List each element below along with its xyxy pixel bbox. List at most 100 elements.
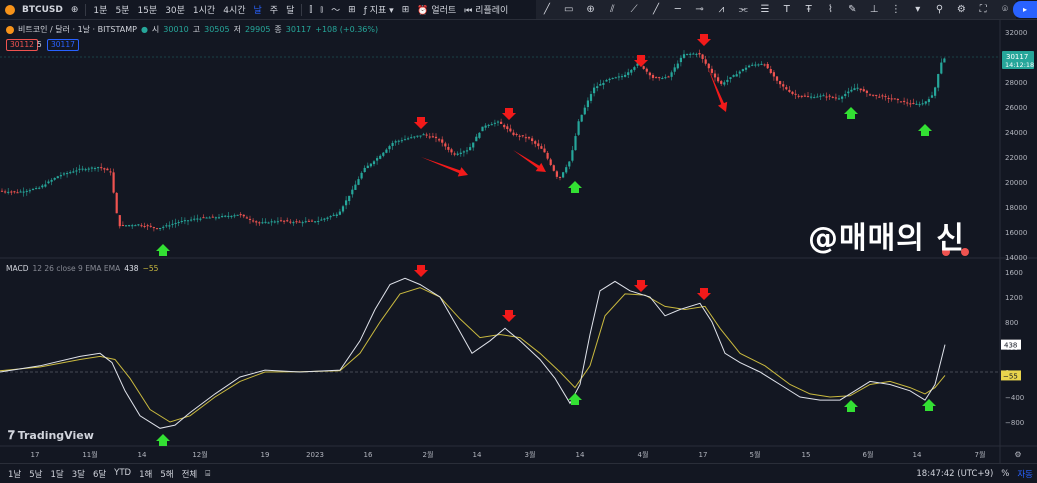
candle-body [134,225,137,227]
range-2[interactable]: 1달 [46,468,67,480]
candle-body [168,225,171,227]
candle-body [909,103,912,105]
candle-body [230,215,233,217]
price-tick-label: 22000 [1005,154,1027,162]
candle-body [763,64,766,66]
candle-body [208,217,211,219]
candle-body [50,179,53,182]
candle-body [320,219,323,221]
candle-body [571,150,574,161]
candle-body [428,136,431,138]
candle-body [174,222,177,224]
signal-line [0,287,946,423]
candle-body [379,155,382,159]
candle-body [534,141,537,144]
candle-body [100,167,103,169]
candle-body [875,94,878,96]
candle-body [831,96,834,98]
candle-body [810,96,813,98]
time-tick-label: 17 [699,451,708,459]
tv-logo-text: TradingView [17,429,94,442]
candle-body [475,136,478,142]
candle-body [617,76,620,78]
candle-body [710,68,713,73]
candle-body [149,225,152,227]
candle-body [239,214,242,216]
candle-body [267,222,270,224]
candle-body [354,184,357,190]
auto-scale-toggle[interactable]: 자동 [1013,468,1037,480]
candle-body [264,221,267,223]
candle-body [0,190,4,192]
candle-body [478,132,481,138]
time-tick-label: 15 [802,451,811,459]
candle-body [388,146,391,150]
green-up-arrow-icon [844,400,858,412]
candle-body [81,168,84,170]
candle-body [425,134,428,136]
candle-body [66,173,69,175]
signal-value: −55 [142,264,159,273]
candle-body [537,143,540,147]
candle-body [382,152,385,156]
candle-body [583,107,586,115]
range-0[interactable]: 1날 [4,468,25,480]
range-3[interactable]: 3달 [68,468,89,480]
candle-body [518,135,521,137]
candle-body [171,223,174,225]
candle-body [732,75,735,77]
red-down-arrow-icon [502,310,516,322]
candle-body [106,168,109,171]
candle-body [531,138,534,141]
candle-body [13,191,16,193]
candle-body [47,181,50,184]
candle-body [7,191,10,193]
candle-body [152,227,155,229]
candle-body [450,149,453,153]
candle-body [630,69,633,73]
candle-body [881,95,884,97]
candle-body [500,121,503,124]
candle-body [679,57,682,63]
range-6[interactable]: 1해 [135,468,156,480]
date-range-icon[interactable]: ⌸ [201,469,214,479]
candle-body [472,142,475,148]
time-tick-label: 2023 [306,451,324,459]
candle-body [924,101,927,104]
range-1[interactable]: 5날 [25,468,46,480]
candle-body [614,77,617,79]
candle-body [236,214,239,216]
candle-body [326,217,329,219]
candle-body [748,65,751,68]
time-tick-label: 16 [364,451,373,459]
candle-body [577,121,580,135]
candle-body [558,176,562,178]
bottom-bar: 1날 5날 1달 3달 6달 YTD 1해 5해 전체 ⌸ 18:47:42 (UTC+9) %… [0,463,1037,483]
percent-toggle[interactable]: % [997,469,1013,479]
candle-body [124,225,128,227]
range-7[interactable]: 5해 [156,468,177,480]
candle-body [847,91,850,94]
candle-body [146,225,149,227]
red-down-arrow-icon [634,280,648,292]
candle-body [729,77,732,79]
macd-line [0,277,946,429]
candle-body [726,79,729,82]
price-tick-label: 26000 [1005,104,1027,112]
candle-body [692,53,695,55]
price-tick-label: 20000 [1005,179,1027,187]
candle-body [298,221,301,223]
candle-body [307,220,310,222]
candle-body [772,72,775,77]
candle-body [10,191,13,193]
macd-value-tag-text: 438 [1004,342,1017,350]
range-5[interactable]: YTD [110,468,135,480]
range-8[interactable]: 전체 [178,468,202,480]
candle-body [574,136,577,151]
candle-body [335,214,338,216]
clock-label[interactable]: 18:47:42 (UTC+9) [912,469,997,479]
range-4[interactable]: 6달 [89,468,110,480]
candle-body [682,54,686,58]
candle-body [899,101,903,103]
candle-body [493,122,496,124]
